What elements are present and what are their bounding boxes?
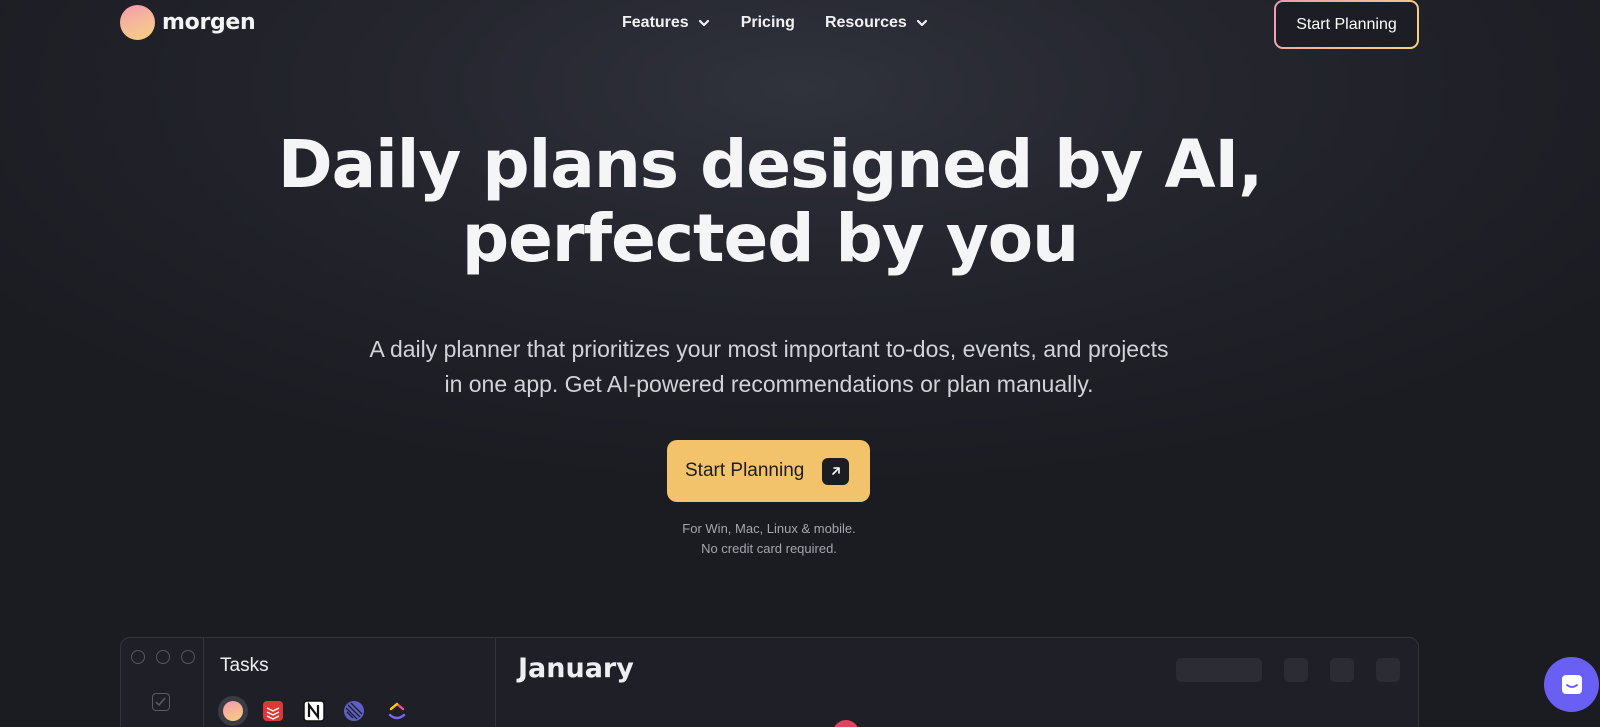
nav-item-label: Features (622, 14, 689, 31)
nav-item-label: Resources (824, 14, 907, 31)
app-preview: Tasks January (120, 637, 1419, 727)
calendar-toolbar-placeholder[interactable] (1376, 658, 1400, 682)
hero-title: Daily plans designed by AI, perfected by… (0, 128, 1540, 276)
nav-item-features[interactable]: Features (622, 12, 711, 34)
nav-item-resources[interactable]: Resources (825, 12, 929, 34)
platform-note: For Win, Mac, Linux & mobile. (682, 521, 856, 536)
hero-start-planning-button[interactable]: Start Planning (667, 440, 870, 502)
app-sidebar-rail (121, 638, 204, 727)
nav-menu: Features Pricing Resources (622, 12, 929, 34)
credit-card-note: No credit card required. (701, 541, 837, 556)
brand-name: morgen (162, 10, 256, 35)
hero-subtitle-line-1: A daily planner that prioritizes your mo… (369, 336, 1169, 362)
nav-cta-label: Start Planning (1276, 2, 1417, 47)
brand-logo[interactable]: morgen (120, 5, 256, 40)
arrow-up-right-icon (822, 457, 850, 485)
calendar-toolbar-placeholder[interactable] (1176, 658, 1262, 682)
hero-subtitle-line-2: in one app. Get AI-powered recommendatio… (444, 371, 1094, 397)
window-dot-icon (156, 650, 170, 664)
morgen-logo-icon (120, 5, 155, 40)
hero-cta-label: Start Planning (685, 460, 805, 481)
tasks-panel: Tasks (204, 638, 496, 727)
tasks-title: Tasks (220, 655, 269, 676)
window-dot-icon (131, 650, 145, 664)
morgen-icon[interactable] (218, 696, 248, 726)
chat-icon (1561, 674, 1582, 694)
calendar-toolbar-placeholder[interactable] (1284, 658, 1308, 682)
linear-icon[interactable] (343, 700, 365, 722)
checkbox-icon (152, 693, 170, 711)
hero-title-line-1: Daily plans designed by AI, (277, 126, 1263, 203)
top-navigation: morgen Features Pricing Resources Start … (0, 0, 1600, 49)
todoist-icon[interactable] (262, 700, 284, 722)
window-dot-icon (181, 650, 195, 664)
clickup-icon[interactable] (386, 700, 408, 722)
hero-subtitle: A daily planner that prioritizes your mo… (0, 332, 1538, 402)
calendar-toolbar-placeholder[interactable] (1330, 658, 1354, 682)
chat-launcher-button[interactable] (1544, 657, 1599, 712)
nav-start-planning-button[interactable]: Start Planning (1274, 0, 1419, 49)
hero-title-line-2: perfected by you (461, 200, 1079, 277)
notion-icon[interactable] (303, 700, 325, 722)
nav-item-label: Pricing (740, 14, 795, 31)
nav-item-pricing[interactable]: Pricing (741, 12, 795, 34)
current-day-indicator (833, 720, 859, 727)
chevron-down-icon (916, 19, 927, 27)
calendar-month-title: January (518, 653, 634, 684)
chevron-down-icon (698, 19, 709, 27)
